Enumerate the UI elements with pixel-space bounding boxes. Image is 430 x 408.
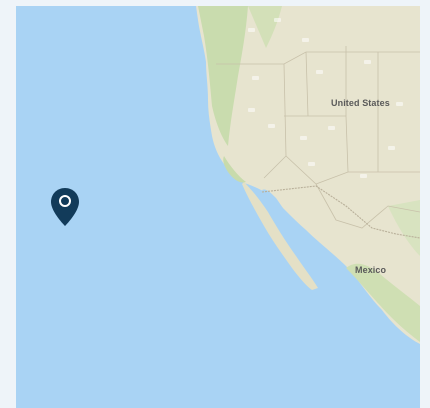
country-label: Mexico [355,265,387,275]
map-view[interactable]: United States Mexico [16,6,420,408]
country-label: United States [331,98,390,108]
map-frame: United States Mexico [0,0,430,408]
map-pin-icon[interactable] [49,186,81,230]
